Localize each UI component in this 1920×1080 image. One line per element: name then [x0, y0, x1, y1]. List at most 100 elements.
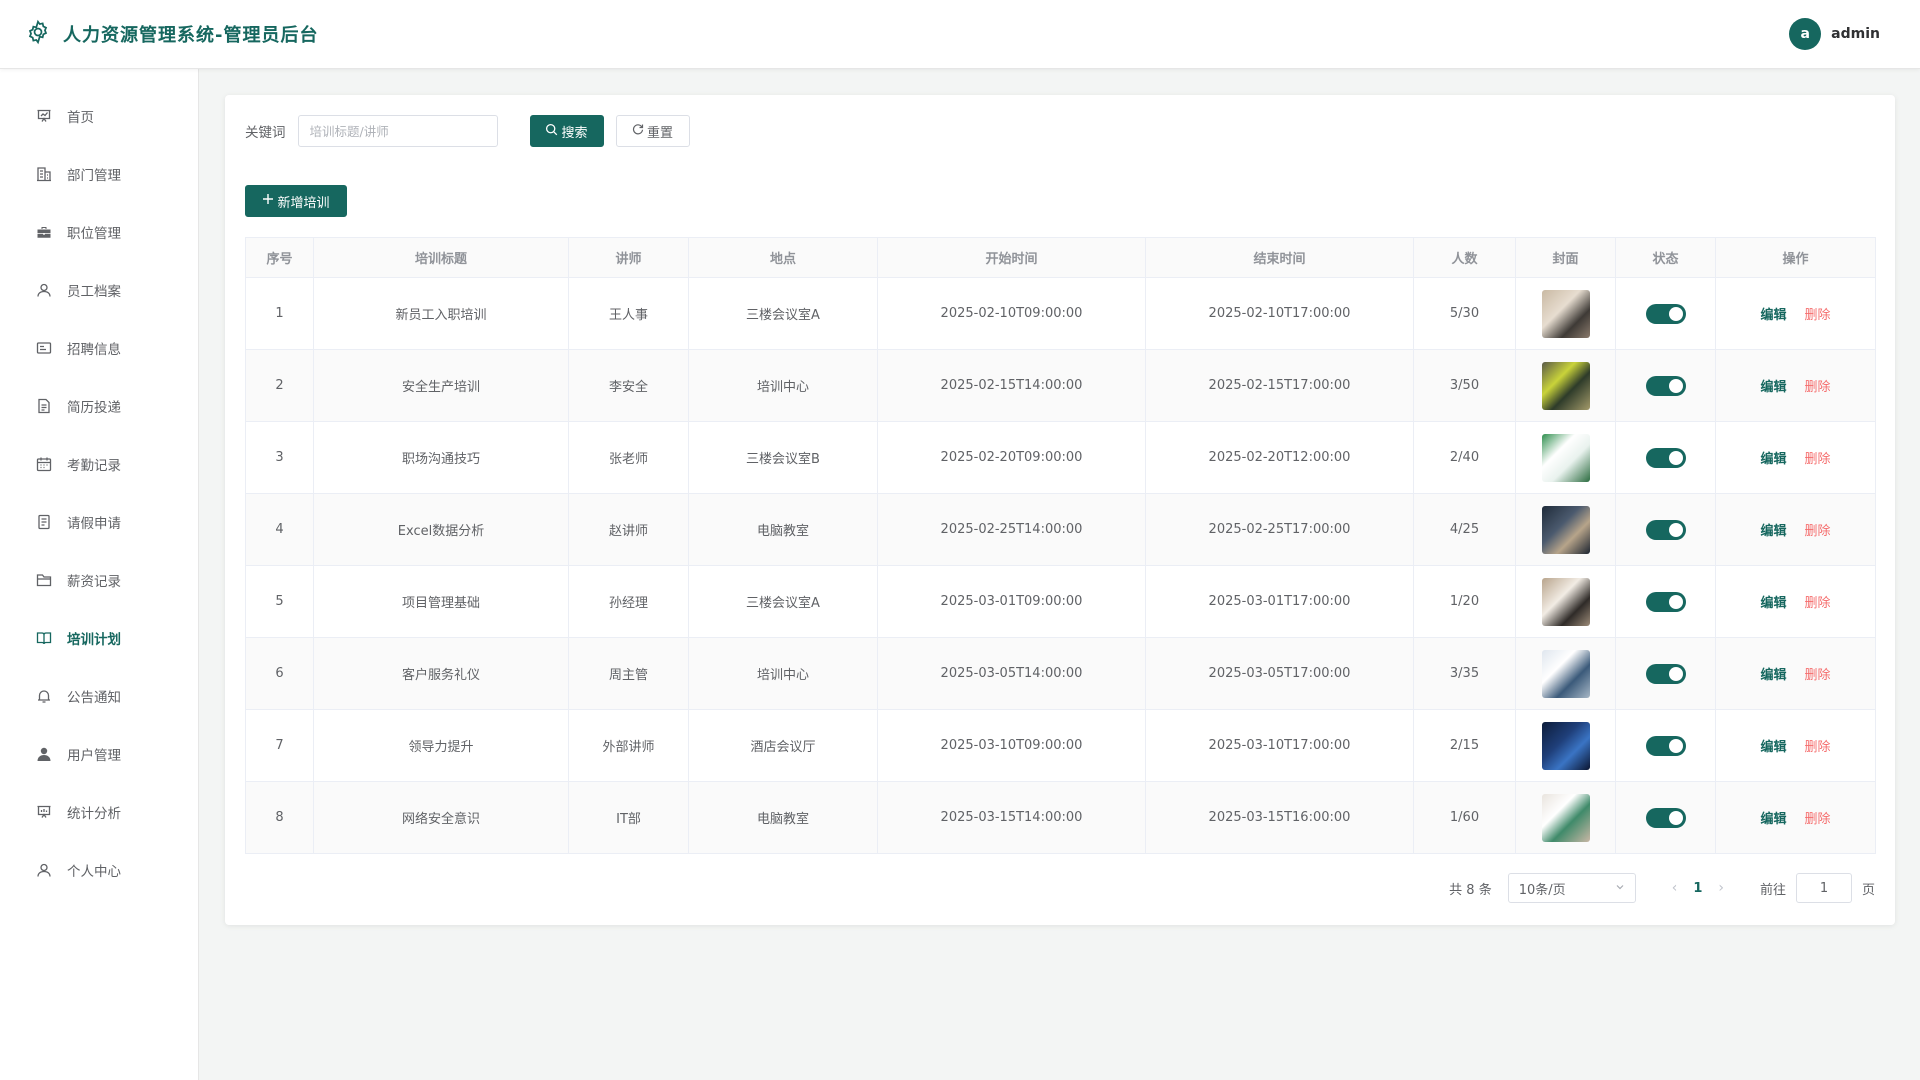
delete-button[interactable]: 删除: [1805, 452, 1831, 467]
sidebar-item-profile[interactable]: 个人中心: [0, 841, 198, 899]
edit-button[interactable]: 编辑: [1760, 668, 1786, 683]
sidebar-item-stats[interactable]: 统计分析: [0, 783, 198, 841]
cell-cover: [1515, 637, 1616, 710]
keyword-input[interactable]: [297, 115, 498, 147]
delete-button[interactable]: 删除: [1805, 740, 1831, 755]
sidebar-item-position[interactable]: 职位管理: [0, 203, 198, 261]
edit-button[interactable]: 编辑: [1760, 380, 1786, 395]
edit-button[interactable]: 编辑: [1760, 452, 1786, 467]
cell-location: 三楼会议室B: [688, 421, 878, 494]
sidebar-item-attendance[interactable]: 考勤记录: [0, 435, 198, 493]
cell-status: [1615, 565, 1716, 638]
delete-button[interactable]: 删除: [1805, 308, 1831, 323]
cover-image[interactable]: [1541, 577, 1590, 626]
cell-status: [1615, 421, 1716, 494]
column-header: 封面: [1515, 237, 1616, 278]
cell-start-time: 2025-02-10T09:00:00: [877, 277, 1146, 350]
cell-status: [1615, 709, 1716, 782]
delete-button[interactable]: 删除: [1805, 668, 1831, 683]
column-header: 培训标题: [313, 237, 569, 278]
cover-image[interactable]: [1541, 433, 1590, 482]
cover-image[interactable]: [1541, 289, 1590, 338]
user-menu[interactable]: a admin: [1789, 18, 1880, 50]
sidebar-item-home[interactable]: 首页: [0, 87, 198, 145]
document-icon: [35, 397, 53, 415]
status-switch[interactable]: [1645, 807, 1686, 828]
prev-page-icon[interactable]: ‹: [1672, 880, 1678, 896]
add-training-button[interactable]: 新增培训: [245, 185, 347, 217]
delete-button[interactable]: 删除: [1805, 596, 1831, 611]
cell-end-time: 2025-02-25T17:00:00: [1145, 493, 1414, 566]
edit-button[interactable]: 编辑: [1760, 740, 1786, 755]
column-header: 人数: [1413, 237, 1516, 278]
cover-image[interactable]: [1541, 721, 1590, 770]
user-outline-icon: [35, 281, 53, 299]
cell-location: 三楼会议室A: [688, 277, 878, 350]
id-card-icon: [35, 339, 53, 357]
cover-image[interactable]: [1541, 793, 1590, 842]
reset-button[interactable]: 重置: [615, 115, 690, 147]
sidebar-item-training[interactable]: 培训计划: [0, 609, 198, 667]
sidebar-item-employee[interactable]: 员工档案: [0, 261, 198, 319]
delete-button[interactable]: 删除: [1805, 380, 1831, 395]
cell-location: 酒店会议厅: [688, 709, 878, 782]
edit-button[interactable]: 编辑: [1760, 596, 1786, 611]
status-switch[interactable]: [1645, 663, 1686, 684]
cell-no: 8: [245, 781, 314, 854]
status-switch[interactable]: [1645, 375, 1686, 396]
cell-title: 新员工入职培训: [313, 277, 569, 350]
status-switch[interactable]: [1645, 447, 1686, 468]
status-switch[interactable]: [1645, 519, 1686, 540]
cell-no: 6: [245, 637, 314, 710]
page-size-select[interactable]: 10条/页: [1507, 873, 1636, 903]
status-switch[interactable]: [1645, 303, 1686, 324]
cell-count: 1/60: [1413, 781, 1516, 854]
sidebar-item-leave[interactable]: 请假申请: [0, 493, 198, 551]
cell-count: 1/20: [1413, 565, 1516, 638]
user-outline-icon: [35, 861, 53, 879]
status-switch[interactable]: [1645, 591, 1686, 612]
table-row: 8 网络安全意识 IT部 电脑教室 2025-03-15T14:00:00 2025-03…: [245, 781, 1876, 854]
goto-page-input[interactable]: [1795, 873, 1852, 903]
cover-image[interactable]: [1541, 649, 1590, 698]
cell-status: [1615, 637, 1716, 710]
bell-icon: [35, 687, 53, 705]
sidebar-item-salary[interactable]: 薪资记录: [0, 551, 198, 609]
sidebar-item-department[interactable]: 部门管理: [0, 145, 198, 203]
cell-title: 职场沟通技巧: [313, 421, 569, 494]
edit-button[interactable]: 编辑: [1760, 524, 1786, 539]
next-page-icon[interactable]: ›: [1718, 880, 1724, 896]
status-switch[interactable]: [1645, 735, 1686, 756]
page-unit-label: 页: [1861, 882, 1875, 898]
delete-button[interactable]: 删除: [1805, 812, 1831, 827]
page-number[interactable]: 1: [1693, 881, 1702, 896]
username[interactable]: admin: [1831, 26, 1880, 42]
cell-start-time: 2025-03-05T14:00:00: [877, 637, 1146, 710]
sidebar-item-resume[interactable]: 简历投递: [0, 377, 198, 435]
sidebar-item-label: 公告通知: [67, 690, 121, 706]
goto-label: 前往: [1759, 882, 1786, 898]
edit-button[interactable]: 编辑: [1760, 308, 1786, 323]
cell-title: 网络安全意识: [313, 781, 569, 854]
cell-location: 培训中心: [688, 349, 878, 422]
search-icon: [545, 123, 558, 140]
search-button[interactable]: 搜索: [529, 115, 604, 147]
sidebar-item-notice[interactable]: 公告通知: [0, 667, 198, 725]
cell-location: 电脑教室: [688, 781, 878, 854]
cell-count: 5/30: [1413, 277, 1516, 350]
cell-actions: 编辑 删除: [1715, 709, 1876, 782]
edit-button[interactable]: 编辑: [1760, 812, 1786, 827]
cell-location: 三楼会议室A: [688, 565, 878, 638]
avatar[interactable]: a: [1789, 18, 1822, 50]
folder-icon: [35, 571, 53, 589]
cover-image[interactable]: [1541, 361, 1590, 410]
cell-end-time: 2025-03-10T17:00:00: [1145, 709, 1414, 782]
sidebar-item-user[interactable]: 用户管理: [0, 725, 198, 783]
cell-actions: 编辑 删除: [1715, 349, 1876, 422]
delete-button[interactable]: 删除: [1805, 524, 1831, 539]
reset-button-label: 重置: [646, 125, 673, 141]
cover-image[interactable]: [1541, 505, 1590, 554]
cell-end-time: 2025-03-15T16:00:00: [1145, 781, 1414, 854]
sidebar-item-recruit[interactable]: 招聘信息: [0, 319, 198, 377]
cell-count: 3/50: [1413, 349, 1516, 422]
